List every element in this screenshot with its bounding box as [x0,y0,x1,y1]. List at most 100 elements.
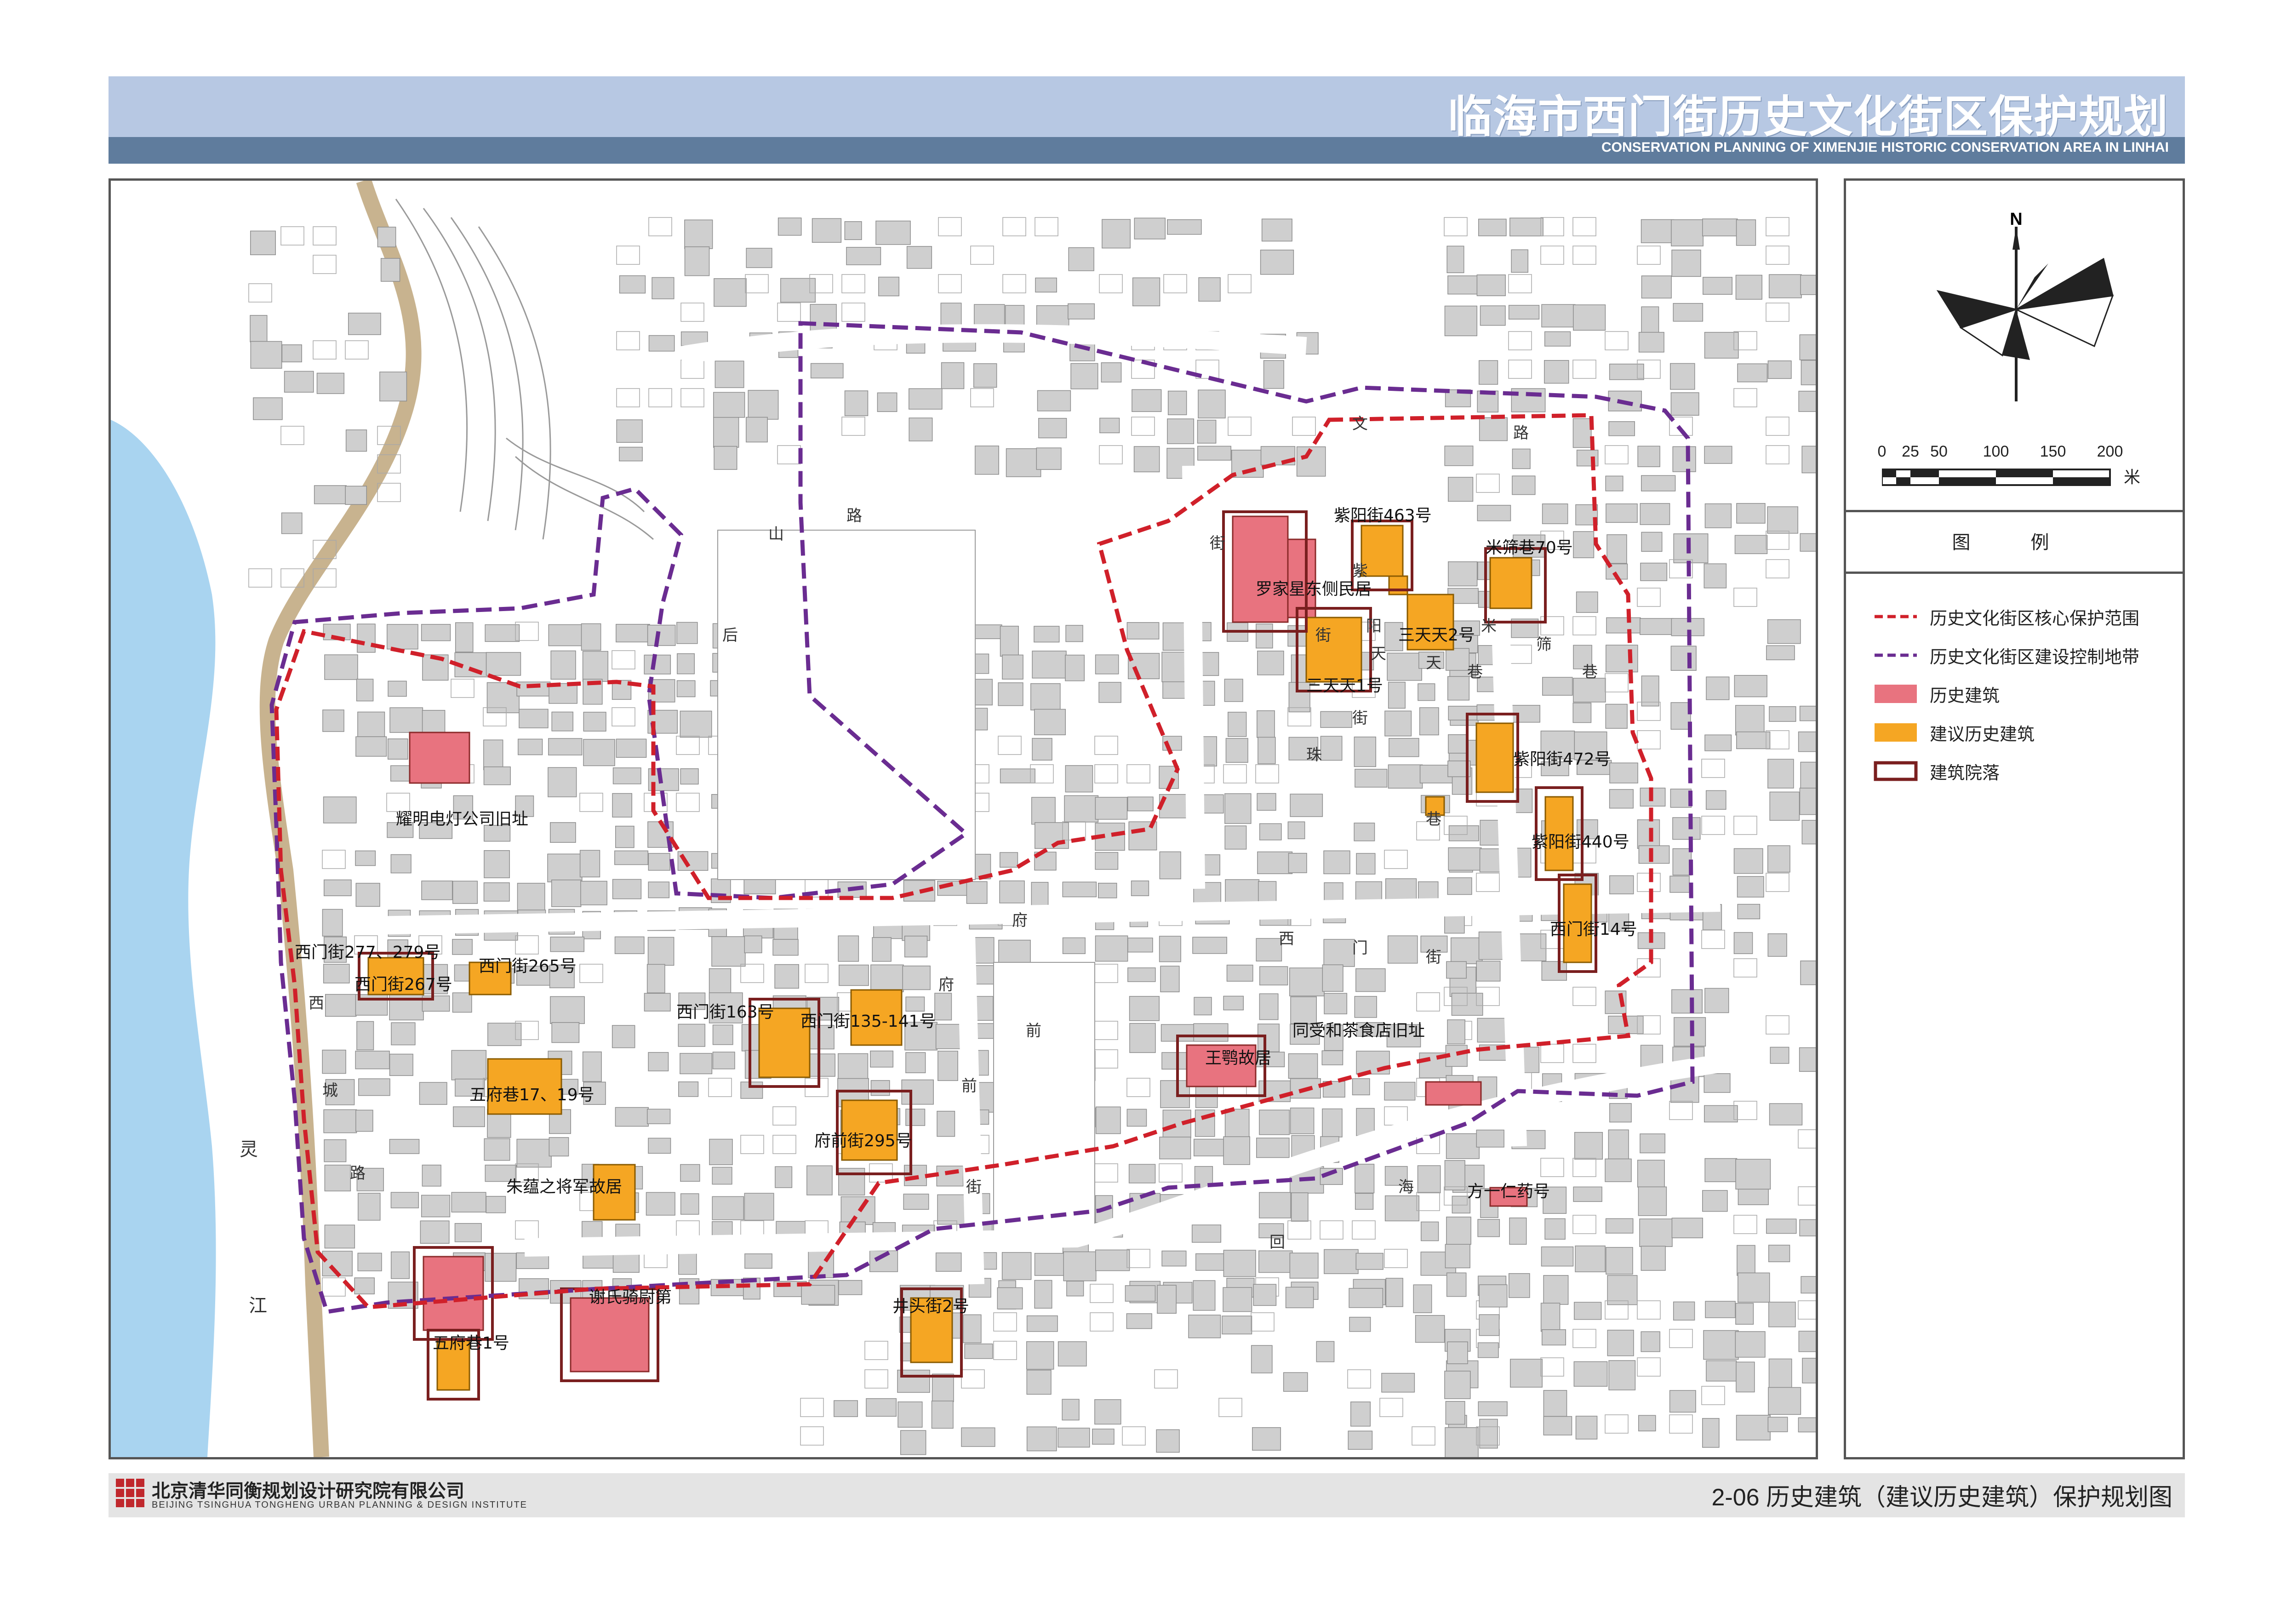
building-label: 方一仁药号 [1467,1182,1550,1201]
building-footprint [250,230,276,255]
building-outline [1384,850,1408,869]
building-footprint [903,1194,929,1210]
building-footprint [838,1168,865,1195]
building-footprint [844,390,869,416]
building-outline [1701,816,1725,835]
road-char: 阳 [1366,617,1382,635]
core-boundary-swatch [1875,615,1917,618]
building-footprint [1126,622,1160,640]
building-outline [1540,1357,1564,1377]
building-outline [451,679,474,698]
map-canvas: 文路路山后街街街府前街西城路回海紫阳珠巷米筛巷天天巷西门街府前灵江 紫阳街463… [111,181,1816,1457]
building-footprint [324,879,352,897]
building-footprint [1670,789,1692,808]
historic-building-swatch [1875,685,1917,703]
building-footprint [1352,1078,1370,1096]
building-footprint [453,1106,485,1127]
building-footprint [421,624,451,641]
building-outline [515,935,539,955]
building-outline [648,217,672,236]
building-footprint [1167,390,1187,415]
building-footprint [1541,1329,1566,1346]
building-footprint [516,1138,552,1168]
building-footprint [1094,1399,1121,1425]
building-footprint [1259,1109,1290,1135]
building-footprint [1288,852,1307,873]
building-footprint [904,936,928,958]
building-footprint [1706,676,1730,700]
building-footprint [909,388,943,410]
scale-tick-0: 0 [1877,443,1887,460]
building-footprint [1770,1046,1789,1064]
building-footprint [1160,966,1180,993]
building-footprint [1543,1390,1567,1417]
building-footprint [1194,997,1212,1016]
building-footprint [1800,761,1816,791]
building-footprint [713,392,745,418]
building-footprint [1418,683,1435,701]
building-outline [1094,736,1118,755]
building-outline [313,226,337,246]
building-footprint [744,1253,772,1269]
building-footprint [676,680,696,698]
building-footprint [1252,1427,1281,1451]
building-footprint [648,881,670,898]
building-outline [1605,445,1629,464]
building-footprint [1737,903,1761,920]
building-footprint [1509,1218,1527,1245]
building-label: 朱蕴之将军故居 [506,1178,622,1196]
building-outline [1572,360,1596,379]
building-footprint [1704,1105,1738,1123]
building-footprint [1769,1103,1803,1126]
building-footprint [1095,797,1128,820]
building-footprint [646,964,665,994]
building-footprint [1477,1342,1499,1358]
building-footprint [1738,1272,1770,1303]
building-outline [740,1135,764,1154]
building-footprint [1609,789,1634,809]
building-footprint [1702,218,1738,236]
building-footprint [379,372,407,402]
building-footprint [1323,939,1355,967]
building-footprint [1223,1287,1252,1312]
building-footprint [1702,1418,1720,1448]
building-outline [740,964,764,983]
road-char: 路 [846,507,862,525]
building-footprint [1800,961,1816,985]
building-footprint [1477,1018,1508,1043]
road-char: 路 [1513,424,1529,442]
road-char: 巷 [1582,663,1598,681]
building-footprint [1129,1023,1156,1053]
building-footprint [964,1344,993,1359]
building-outline [938,217,962,236]
building-footprint [1256,623,1273,649]
building-footprint [1065,625,1083,642]
building-footprint [1573,1186,1602,1202]
building-footprint [1099,417,1120,434]
building-footprint [1798,731,1816,752]
road-char: 筛 [1536,635,1552,654]
control-boundary-swatch [1875,653,1917,657]
building-footprint [1641,532,1663,552]
building-footprint [1031,797,1056,825]
proposed-historic-building [1388,575,1408,595]
building-footprint [974,304,1005,328]
building-footprint [420,1220,450,1244]
building-footprint [1573,1361,1608,1387]
building-footprint [1095,1106,1121,1134]
building-footprint [485,624,520,642]
building-footprint [1480,305,1506,326]
building-outline [1701,759,1725,778]
building-footprint [615,825,635,848]
building-footprint [1324,993,1348,1014]
building-footprint [1444,305,1478,337]
building-footprint [1509,217,1544,237]
building-footprint [1572,703,1592,723]
building-footprint [1283,1372,1308,1392]
building-footprint [1419,707,1439,736]
building-footprint [834,1400,858,1417]
building-outline [1292,417,1316,436]
building-footprint [676,622,698,644]
building-outline [1159,1163,1183,1183]
building-footprint [1798,1417,1816,1433]
